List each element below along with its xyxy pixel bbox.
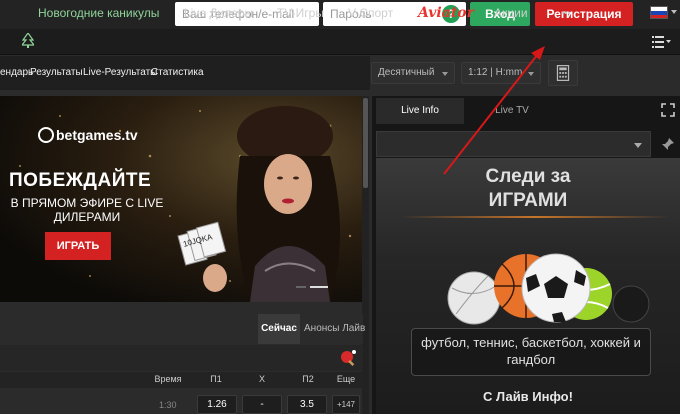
annotation-arrow	[443, 46, 545, 175]
